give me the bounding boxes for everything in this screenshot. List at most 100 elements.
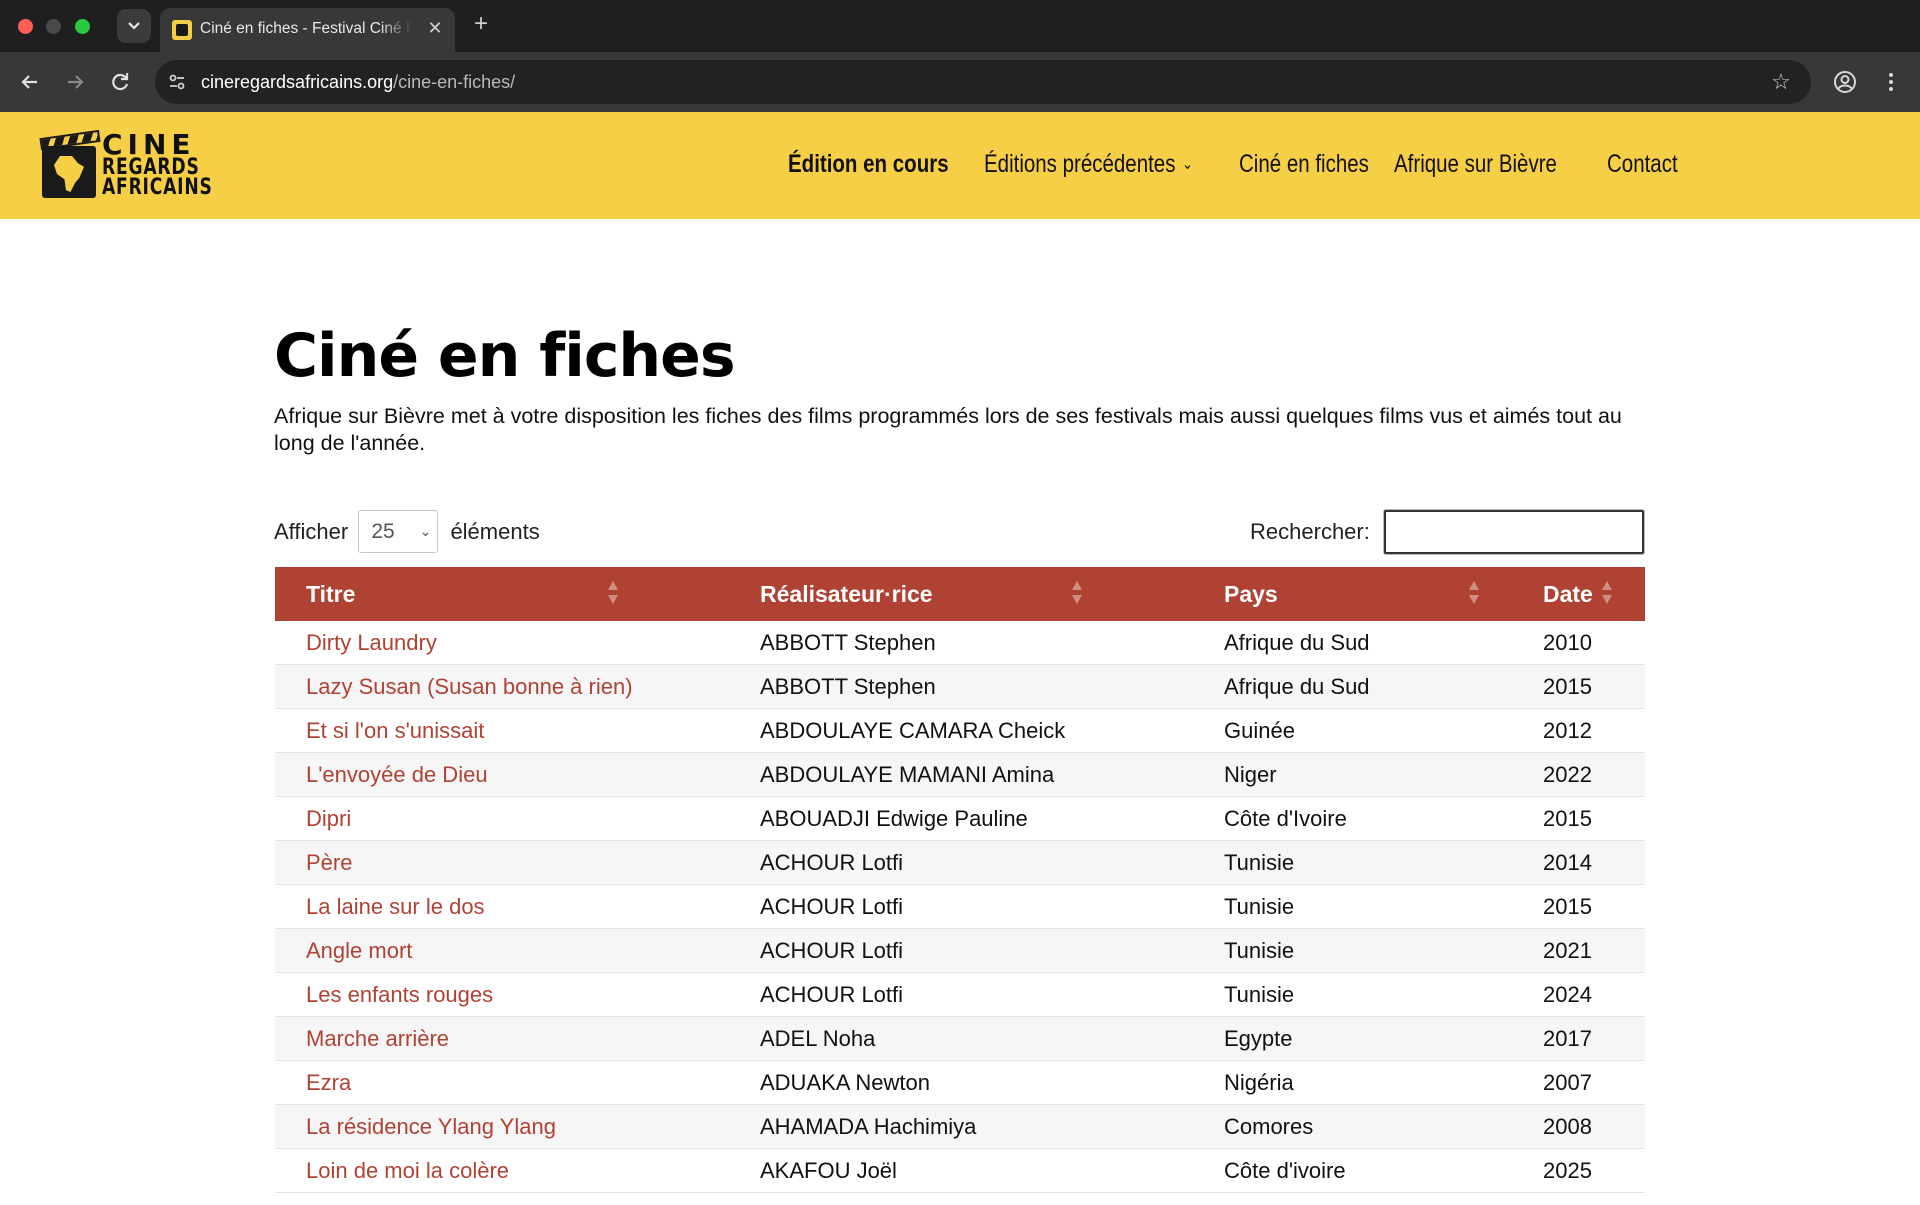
- site-settings-icon[interactable]: [167, 72, 187, 92]
- cell-realisateur: ADUAKA Newton: [760, 1070, 930, 1095]
- sort-icon: [606, 580, 620, 608]
- film-title-link[interactable]: La résidence Ylang Ylang: [306, 1105, 556, 1149]
- cell-date: 2014: [1543, 850, 1592, 875]
- cell-realisateur: ABDOULAYE CAMARA Cheick: [760, 718, 1066, 743]
- cell-date: 2022: [1543, 762, 1592, 787]
- page-intro: Afrique sur Bièvre met à votre dispositi…: [274, 404, 1622, 455]
- cell-date: 2007: [1543, 1070, 1592, 1095]
- page-title: Ciné en fiches: [274, 321, 736, 391]
- page-length-select[interactable]: 25 ⌄: [358, 510, 439, 553]
- column-header-date[interactable]: Date: [1543, 567, 1593, 621]
- cell-realisateur: ACHOUR Lotfi: [760, 850, 904, 875]
- cell-realisateur: AKAFOU Joël: [760, 1158, 897, 1183]
- page-length-value: 25: [371, 520, 395, 543]
- cell-pays: Afrique du Sud: [1224, 674, 1370, 699]
- length-label-after: éléments: [450, 519, 540, 544]
- reload-icon: [112, 73, 129, 91]
- cell-realisateur: ACHOUR Lotfi: [760, 938, 904, 963]
- cell-realisateur: ABDOULAYE MAMANI Amina: [760, 762, 1055, 787]
- film-title-link[interactable]: Dirty Laundry: [306, 621, 437, 665]
- new-tab-button[interactable]: +: [469, 12, 493, 36]
- column-header-realisateur[interactable]: Réalisateur·rice: [760, 567, 933, 621]
- profile-icon[interactable]: [1832, 69, 1858, 95]
- cell-date: 2024: [1543, 982, 1592, 1007]
- film-title-link[interactable]: Ezra: [306, 1061, 351, 1105]
- cell-pays: Comores: [1224, 1114, 1314, 1139]
- close-window-button[interactable]: [18, 19, 33, 34]
- search-label: Rechercher:: [1250, 519, 1370, 544]
- nav-editions-precedentes-label: Éditions précédentes: [984, 150, 1176, 178]
- chevron-down-icon: [128, 22, 140, 30]
- column-header-date-label: Date: [1543, 581, 1593, 607]
- cell-pays: Tunisie: [1224, 850, 1295, 875]
- chevron-down-icon: ⌄: [1182, 156, 1194, 173]
- forward-button[interactable]: [62, 69, 88, 95]
- url-path: /cine-en-fiches/: [393, 72, 516, 92]
- table-row: Dirty Laundry ABBOTT Stephen Afrique du Su…: [275, 621, 1645, 665]
- nav-editions-precedentes[interactable]: Éditions précédentes ⌄: [984, 150, 1193, 179]
- sort-icon: [1070, 580, 1084, 608]
- cell-date: 2015: [1543, 894, 1592, 919]
- film-title-link[interactable]: Les enfants rouges: [306, 973, 493, 1017]
- minimize-window-button[interactable]: [46, 19, 61, 34]
- film-title-link[interactable]: Dipri: [306, 797, 351, 841]
- nav-afrique-sur-bievre[interactable]: Afrique sur Bièvre: [1394, 150, 1557, 179]
- column-header-pays-label: Pays: [1224, 581, 1278, 607]
- browser-tab-active[interactable]: Ciné en fiches - Festival Ciné Regards A…: [160, 8, 455, 52]
- cell-pays: Tunisie: [1224, 938, 1295, 963]
- browser-toolbar: cineregardsafricains.org/cine-en-fiches/…: [0, 52, 1920, 112]
- column-header-realisateur-label: Réalisateur·rice: [760, 581, 933, 607]
- film-title-link[interactable]: Lazy Susan (Susan bonne à rien): [306, 665, 633, 709]
- cell-realisateur: ACHOUR Lotfi: [760, 894, 904, 919]
- film-title-link[interactable]: Et si l'on s'unissait: [306, 709, 484, 753]
- nav-contact[interactable]: Contact: [1607, 150, 1678, 179]
- table-row: Lazy Susan (Susan bonne à rien) ABBOTT St…: [275, 665, 1645, 709]
- browser-menu-icon[interactable]: [1881, 69, 1901, 95]
- column-header-pays[interactable]: Pays: [1224, 567, 1278, 621]
- close-tab-icon[interactable]: ✕: [424, 17, 446, 39]
- table-row: Marche arrière ADEL Noha Egypte 2017: [275, 1017, 1645, 1061]
- cell-date: 2015: [1543, 806, 1592, 831]
- table-row: La laine sur le dos ACHOUR Lotfi Tunisie 20…: [275, 885, 1645, 929]
- cell-pays: Nigéria: [1224, 1070, 1294, 1095]
- site-logo[interactable]: CINE REGARDS AFRICAINS: [39, 129, 212, 200]
- cell-date: 2017: [1543, 1026, 1592, 1051]
- logo-line-3: AFRICAINS: [102, 174, 213, 200]
- table-row: Dipri ABOUADJI Edwige Pauline Côte d'Ivoir…: [275, 797, 1645, 841]
- maximize-window-button[interactable]: [75, 19, 90, 34]
- film-title-link[interactable]: Angle mort: [306, 929, 412, 973]
- tab-search-button[interactable]: [117, 9, 151, 43]
- url-text[interactable]: cineregardsafricains.org/cine-en-fiches/: [201, 72, 515, 93]
- favicon-icon: [172, 20, 192, 40]
- table-header: Titre Réalisateur·rice Pays Date: [275, 567, 1645, 621]
- url-host: cineregardsafricains.org: [201, 72, 394, 92]
- sort-icon: [1600, 580, 1614, 608]
- film-title-link[interactable]: Marche arrière: [306, 1017, 449, 1061]
- cell-realisateur: ABBOTT Stephen: [760, 674, 936, 699]
- film-title-link[interactable]: Loin de moi la colère: [306, 1149, 509, 1193]
- table-body: Dirty Laundry ABBOTT Stephen Afrique du Su…: [275, 621, 1645, 1193]
- cell-date: 2025: [1543, 1158, 1592, 1183]
- cell-date: 2012: [1543, 718, 1592, 743]
- film-title-link[interactable]: Père: [306, 841, 352, 885]
- film-title-link[interactable]: L'envoyée de Dieu: [306, 753, 488, 797]
- cell-pays: Guinée: [1224, 718, 1295, 743]
- nav-cine-en-fiches[interactable]: Ciné en fiches: [1239, 150, 1369, 179]
- film-title-link[interactable]: La laine sur le dos: [306, 885, 485, 929]
- table-row: La résidence Ylang Ylang AHAMADA Hachimiy…: [275, 1105, 1645, 1149]
- sort-icon: [1467, 580, 1481, 608]
- cell-pays: Egypte: [1224, 1026, 1293, 1051]
- cell-realisateur: ACHOUR Lotfi: [760, 982, 904, 1007]
- search-input[interactable]: [1384, 510, 1644, 554]
- back-button[interactable]: [17, 69, 43, 95]
- cell-date: 2021: [1543, 938, 1592, 963]
- table-row: Les enfants rouges ACHOUR Lotfi Tunisie 202…: [275, 973, 1645, 1017]
- table-row: Loin de moi la colère AKAFOU Joël Côte d'i…: [275, 1149, 1645, 1193]
- cell-pays: Côte d'ivoire: [1224, 1158, 1346, 1183]
- cell-realisateur: AHAMADA Hachimiya: [760, 1114, 977, 1139]
- bookmark-star-icon[interactable]: ☆: [1769, 70, 1793, 94]
- nav-edition-en-cours[interactable]: Édition en cours: [788, 150, 949, 179]
- reload-button[interactable]: [107, 69, 133, 95]
- address-bar[interactable]: cineregardsafricains.org/cine-en-fiches/…: [155, 60, 1811, 104]
- column-header-titre[interactable]: Titre: [306, 567, 355, 621]
